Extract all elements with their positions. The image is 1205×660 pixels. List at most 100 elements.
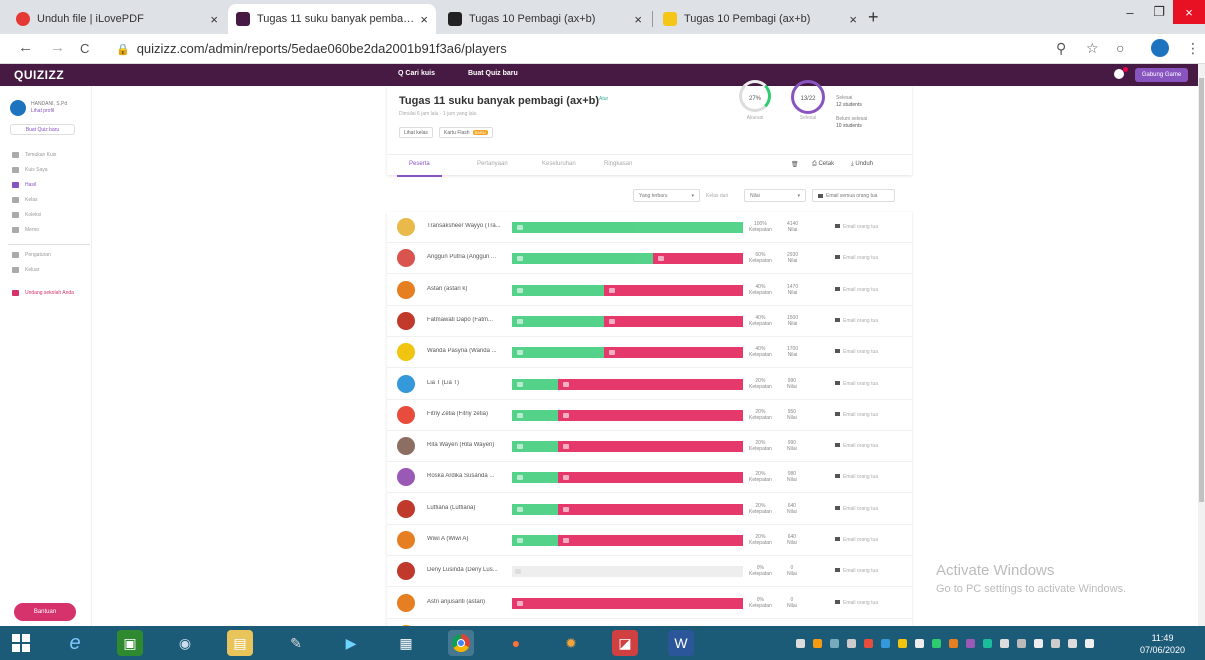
sidebar-item-logout[interactable]: Keluar <box>12 267 39 273</box>
extension-icon[interactable]: ○ <box>1116 40 1124 56</box>
tray-icon[interactable] <box>949 639 958 648</box>
player-name[interactable]: Astri anjusanti (astari) <box>427 599 509 605</box>
tray-icon[interactable] <box>1017 639 1026 648</box>
player-row[interactable]: Lia T (Lia T) 20% Ketepatan 990 Nilai Email o… <box>387 369 912 400</box>
firefox-icon[interactable]: ● <box>503 630 529 656</box>
user-profile-link[interactable]: Lihat profil <box>31 108 67 115</box>
close-tab-icon[interactable]: × <box>849 12 857 27</box>
player-row[interactable]: Fitriy Zetia (Fitriy zetia) 20% Ketepatan 9… <box>387 400 912 431</box>
email-parent-button[interactable]: Email orang tua <box>835 380 878 387</box>
player-row[interactable]: Lisa K (Lisa K)0%Ketepatan0NilaiEmail or… <box>387 619 912 626</box>
create-quiz-link[interactable]: Buat Quiz baru <box>468 70 518 77</box>
scrollbar-thumb[interactable] <box>1199 78 1204 502</box>
player-name[interactable]: Fitriy Zetia (Fitriy zetia) <box>427 411 509 417</box>
reload-icon[interactable]: C <box>80 41 89 56</box>
edit-title-link[interactable]: Atur <box>599 96 608 102</box>
player-name[interactable]: Roska Ardika Susanda ... <box>427 473 509 479</box>
sidebar-item-classes[interactable]: Kelas <box>12 197 38 203</box>
player-name[interactable]: Wiwi A (Wiwi A) <box>427 536 509 542</box>
browser-tab-tugas10-b[interactable]: Tugas 10 Pembagi (ax+b) × <box>655 4 865 34</box>
email-parent-button[interactable]: Email orang tua <box>835 474 878 480</box>
word-icon[interactable]: W <box>668 630 694 656</box>
browser-tab-ilovepdf[interactable]: Unduh file | iLovePDF × <box>8 4 226 34</box>
tab-overview[interactable]: Keseluruhan <box>542 161 576 167</box>
tray-icon[interactable] <box>1051 639 1060 648</box>
tray-icon[interactable] <box>1034 639 1043 648</box>
email-parent-button[interactable]: Email orang tua <box>835 349 878 355</box>
tray-icon[interactable] <box>813 639 822 648</box>
sidebar-item-invite[interactable]: Undang sekolah Anda <box>12 290 74 296</box>
calendar-icon[interactable]: ▦ <box>393 630 419 656</box>
sidebar-item-reports[interactable]: Hasil <box>12 182 36 188</box>
tab-summary[interactable]: Ringkasan <box>604 161 632 167</box>
player-progress-bar[interactable] <box>512 284 743 296</box>
player-name[interactable]: Anggun Putria (Anggun ... <box>427 254 509 260</box>
player-row[interactable]: Deny Lusinda (Deny Lus... 0% Ketepatan 0 Nil… <box>387 556 912 588</box>
flashcard-tag[interactable]: Kartu Flash BARU <box>439 127 493 138</box>
player-row[interactable]: Roska Ardika Susanda ... 20% Ketepatan 980 N… <box>387 462 912 494</box>
store-icon[interactable]: ▣ <box>117 630 143 656</box>
email-parent-button[interactable]: Email orang tua <box>835 537 878 543</box>
tray-icon[interactable] <box>847 639 856 648</box>
create-quiz-button[interactable]: Buat Quiz baru <box>10 124 75 135</box>
close-window-button[interactable]: × <box>1173 0 1205 24</box>
quizizz-logo[interactable]: QUIZIZZ <box>14 68 64 82</box>
player-name[interactable]: Rita Wayen (Rita Wayen) <box>427 442 509 448</box>
keyboard-icon[interactable] <box>1085 639 1094 648</box>
email-parent-button[interactable]: Email orang tua <box>835 443 878 449</box>
media-player-icon[interactable]: ▶ <box>338 630 364 656</box>
sidebar-item-my-quizzes[interactable]: Kuis Saya <box>12 167 48 173</box>
player-progress-bar[interactable] <box>512 566 743 578</box>
tray-icon[interactable] <box>966 639 975 648</box>
tray-icon[interactable] <box>830 639 839 648</box>
url-field[interactable]: 🔒 quizizz.com/admin/reports/5edae060be2da… <box>116 41 507 56</box>
sidebar-item-collections[interactable]: Koleksi <box>12 212 41 218</box>
view-class-tag[interactable]: Lihat kelas <box>399 127 433 138</box>
tab-participants[interactable]: Peserta <box>397 161 442 177</box>
camera-app-icon[interactable]: ◉ <box>172 630 198 656</box>
delete-icon[interactable]: 🗑 <box>791 161 799 168</box>
windows-start-icon[interactable] <box>8 630 34 656</box>
email-parent-button[interactable]: Email orang tua <box>835 599 878 606</box>
close-tab-icon[interactable]: × <box>420 12 428 27</box>
restore-button[interactable]: ❐ <box>1145 0 1173 24</box>
new-tab-button[interactable]: + <box>868 7 879 28</box>
player-row[interactable]: Anggun Putria (Anggun ... 60% Ketepatan 293… <box>387 243 912 275</box>
email-parent-button[interactable]: Email orang tua <box>835 317 878 324</box>
player-row[interactable]: Wanda Pasyria (Wanda ... 40% Ketepatan 1700… <box>387 337 912 369</box>
star-icon[interactable]: ☆ <box>1086 40 1099 57</box>
player-name[interactable]: Astari (astari k) <box>427 286 509 292</box>
email-all-parents-button[interactable]: Email semua orang tua <box>812 189 895 202</box>
player-progress-bar[interactable] <box>512 472 743 484</box>
player-name[interactable]: Fatmawati Dapo (Fatm... <box>427 317 509 323</box>
forward-icon[interactable]: → <box>50 39 65 56</box>
tab-questions[interactable]: Pertanyaan <box>477 161 508 167</box>
search-quiz-link[interactable]: Q Cari kuis <box>398 70 435 77</box>
chrome-icon[interactable] <box>448 630 474 656</box>
notification-icon[interactable] <box>1114 67 1128 79</box>
network-icon[interactable] <box>915 639 924 648</box>
score-dropdown[interactable]: Nilai ▾ <box>744 189 806 202</box>
player-row[interactable]: Fatmawati Dapo (Fatm... 40% Ketepatan 1500 N… <box>387 306 912 337</box>
sidebar-item-settings[interactable]: Pengaturan <box>12 252 51 258</box>
player-row[interactable]: Rita Wayen (Rita Wayen) 20% Ketepatan 990 Ni… <box>387 431 912 463</box>
file-explorer-icon[interactable]: ▤ <box>227 630 253 656</box>
player-row[interactable]: Transaksheer Wayyo (Tra... 100% Ketepatan 4… <box>387 212 912 243</box>
email-parent-button[interactable]: Email orang tua <box>835 224 878 230</box>
tray-icon[interactable] <box>1000 639 1009 648</box>
pdf-app-icon[interactable]: ◪ <box>612 630 638 656</box>
tray-icon[interactable] <box>881 639 890 648</box>
player-progress-bar[interactable] <box>512 535 743 546</box>
tray-icon[interactable] <box>898 639 907 648</box>
player-name[interactable]: Deny Lusinda (Deny Lus... <box>427 567 509 573</box>
tools-icon[interactable]: ✎ <box>283 630 309 656</box>
email-parent-button[interactable]: Email orang tua <box>835 411 878 418</box>
email-parent-button[interactable]: Email orang tua <box>835 568 878 574</box>
page-scrollbar[interactable] <box>1198 64 1205 626</box>
close-tab-icon[interactable]: × <box>210 12 218 27</box>
player-row[interactable]: Lutfiana (Lutfiana) 20% Ketepatan 640 Nilai E… <box>387 494 912 525</box>
player-name[interactable]: Wanda Pasyria (Wanda ... <box>427 348 509 354</box>
sort-dropdown[interactable]: Yang terbaru ▾ <box>633 189 700 202</box>
tray-icon[interactable] <box>864 639 873 648</box>
download-button[interactable]: ⤓ Unduh <box>851 161 873 168</box>
